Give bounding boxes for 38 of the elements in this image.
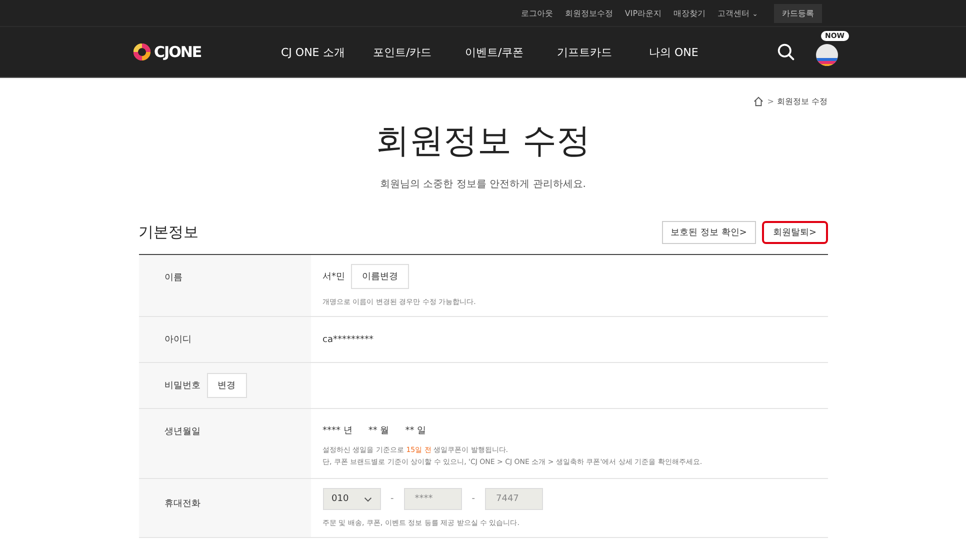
chevron-down-icon <box>364 496 372 502</box>
change-name-button[interactable]: 이름변경 <box>351 264 409 289</box>
field-label: 비밀번호 <box>164 380 200 392</box>
birth-value: **** 년 <box>322 425 352 437</box>
top-link[interactable]: 매장찾기 <box>674 8 706 18</box>
dash: - <box>472 494 475 504</box>
nav-item[interactable]: CJ ONE 소개 <box>281 44 373 60</box>
page-subtitle: 회원님의 소중한 정보를 안전하게 관리하세요. <box>379 178 587 191</box>
breadcrumb-current: 회원정보 수정 <box>776 96 828 107</box>
home-icon[interactable] <box>753 96 764 107</box>
phone-prefix-select[interactable]: 010 <box>322 488 380 510</box>
avatar-icon[interactable] <box>815 43 839 67</box>
nav-item[interactable]: 이벤트/쿠폰 <box>465 44 557 60</box>
top-link[interactable]: VIP라운지 <box>624 8 662 18</box>
field-label: 이름 <box>164 272 182 284</box>
top-link[interactable]: 회원정보수정 <box>564 8 613 18</box>
logo[interactable]: CJONE <box>133 43 253 61</box>
breadcrumb-separator: > <box>767 97 774 106</box>
page-title: 회원정보 수정 <box>374 120 592 163</box>
section-button[interactable]: 회원탈퇴> <box>762 221 828 244</box>
field-value: 서*민 <box>322 271 345 283</box>
birth-value: ** 월 <box>368 425 390 437</box>
card-register-button[interactable]: 카드등록 <box>774 4 822 22</box>
field-value: ca********* <box>322 334 374 344</box>
field-label: 생년월일 <box>164 426 200 438</box>
nav-item[interactable]: 포인트/카드 <box>373 44 465 60</box>
search-icon[interactable] <box>777 43 795 61</box>
change-password-button[interactable]: 변경 <box>206 373 246 398</box>
top-link[interactable]: 로그아웃 <box>520 8 553 18</box>
nav-item[interactable]: 나의 ONE <box>649 44 741 60</box>
section-title: 기본정보 <box>138 223 198 242</box>
dash: - <box>390 494 394 504</box>
section-button[interactable]: 보호된 정보 확인> <box>662 221 756 244</box>
field-label: 아이디 <box>164 334 192 346</box>
nav-item[interactable]: 기프트카드 <box>557 44 649 60</box>
birth-value: ** 일 <box>405 425 426 437</box>
field-label: 휴대전화 <box>164 498 200 510</box>
logo-ring-icon <box>133 43 151 61</box>
